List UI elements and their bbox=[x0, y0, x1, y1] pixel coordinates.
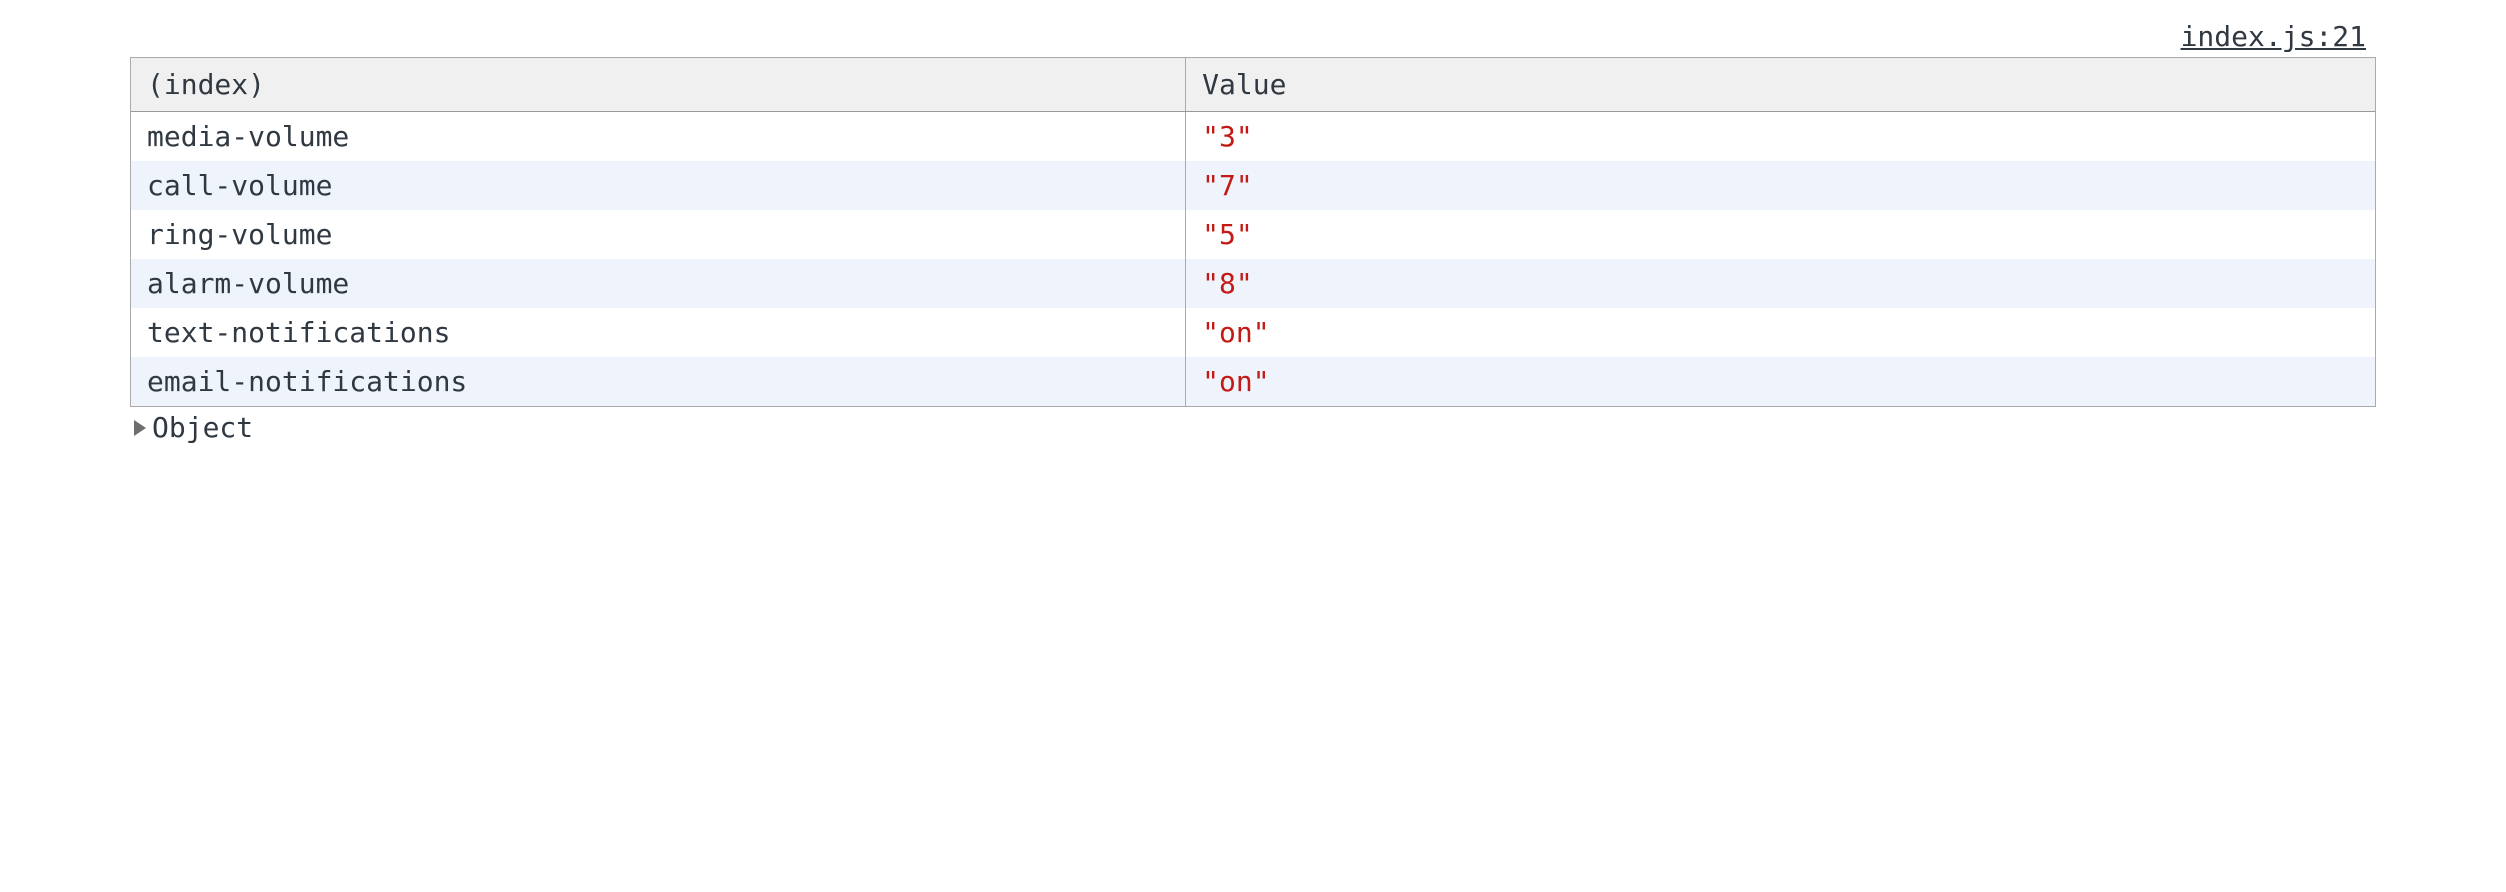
console-table: (index) Value media-volume "3" call-volu… bbox=[130, 57, 2376, 407]
cell-value: "7" bbox=[1186, 161, 2375, 210]
cell-index: call-volume bbox=[131, 161, 1186, 210]
source-link[interactable]: index.js:21 bbox=[130, 20, 2376, 53]
cell-index: ring-volume bbox=[131, 210, 1186, 259]
table-row: text-notifications "on" bbox=[131, 308, 2375, 357]
triangle-right-icon bbox=[134, 420, 146, 436]
cell-index: media-volume bbox=[131, 112, 1186, 162]
object-label: Object bbox=[152, 411, 253, 444]
table-row: media-volume "3" bbox=[131, 112, 2375, 162]
cell-index: alarm-volume bbox=[131, 259, 1186, 308]
table-row: ring-volume "5" bbox=[131, 210, 2375, 259]
header-index: (index) bbox=[131, 58, 1186, 112]
table-row: email-notifications "on" bbox=[131, 357, 2375, 406]
table-row: alarm-volume "8" bbox=[131, 259, 2375, 308]
table-header-row: (index) Value bbox=[131, 58, 2375, 112]
cell-index: email-notifications bbox=[131, 357, 1186, 406]
table-row: call-volume "7" bbox=[131, 161, 2375, 210]
expand-object[interactable]: Object bbox=[130, 407, 2376, 444]
header-value: Value bbox=[1186, 58, 2375, 112]
cell-value: "on" bbox=[1186, 308, 2375, 357]
cell-value: "on" bbox=[1186, 357, 2375, 406]
cell-value: "8" bbox=[1186, 259, 2375, 308]
cell-index: text-notifications bbox=[131, 308, 1186, 357]
cell-value: "5" bbox=[1186, 210, 2375, 259]
cell-value: "3" bbox=[1186, 112, 2375, 162]
